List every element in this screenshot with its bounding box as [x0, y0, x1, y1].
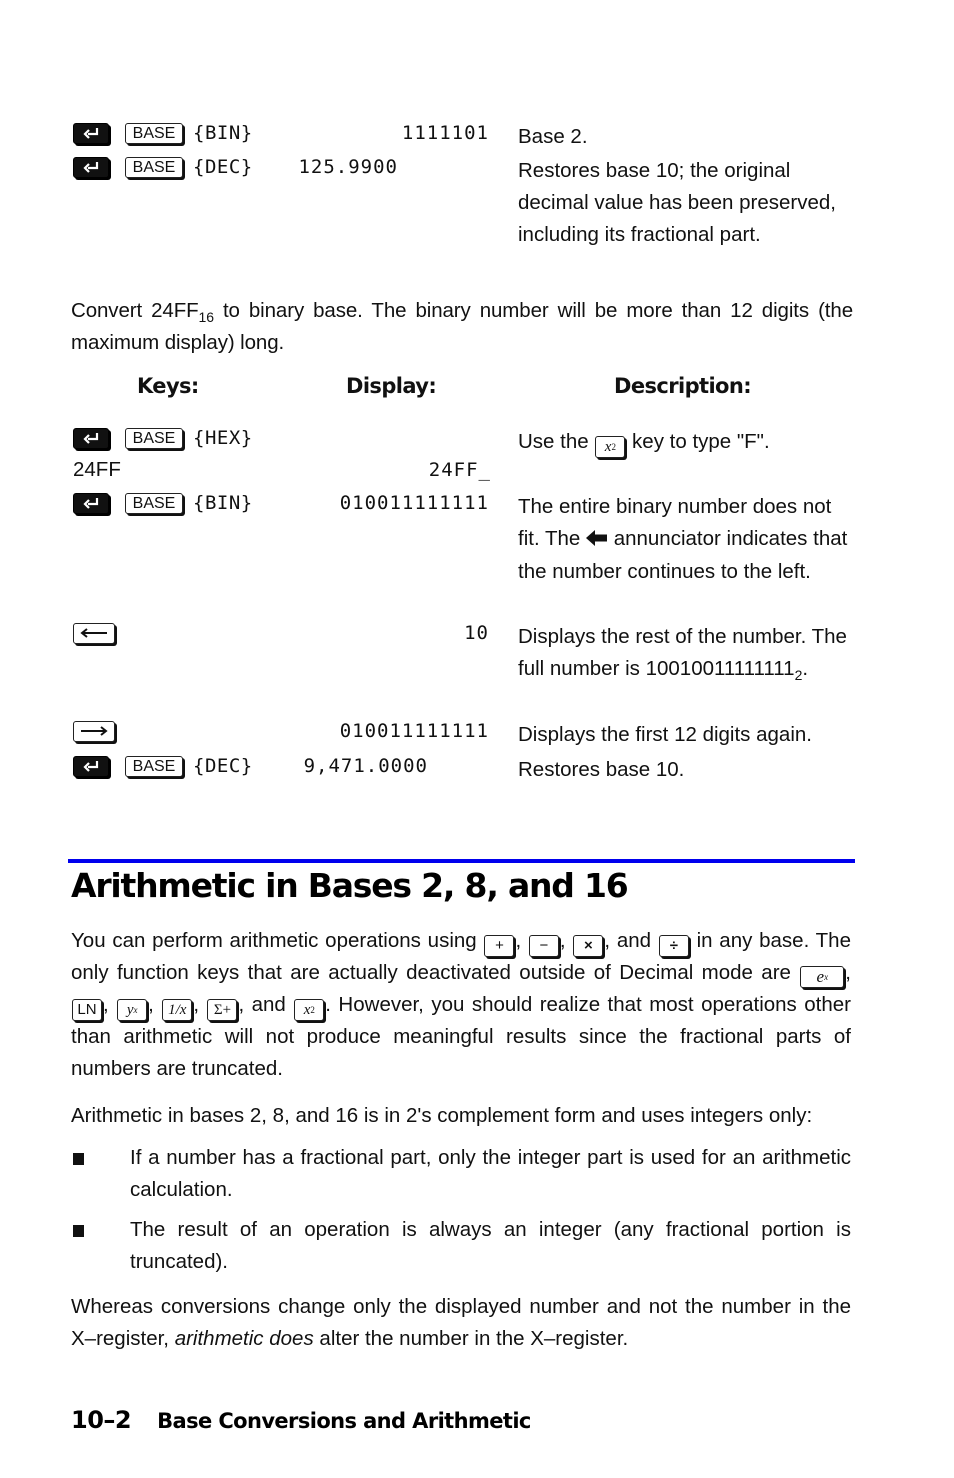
minus-key-icon: − — [528, 935, 559, 957]
bullet-icon — [73, 1225, 84, 1237]
softkey-label: {HEX} — [193, 427, 253, 449]
description: Base 2. — [518, 125, 588, 148]
header-description: Description: — [614, 374, 752, 398]
base-key: BASE — [125, 427, 183, 449]
section-rule — [68, 859, 855, 863]
section-title: Arithmetic in Bases 2, 8, and 16 — [71, 866, 629, 905]
keys-cell: BASE {BIN} — [73, 488, 253, 518]
page-footer: 10–2 Base Conversions and Arithmetic — [71, 1406, 531, 1434]
header-display: Display: — [346, 374, 437, 398]
reciprocal-key-icon: 1/x — [162, 999, 193, 1021]
description: Displays the rest of the number. The ful… — [518, 625, 847, 683]
softkey-label: {BIN} — [193, 122, 253, 144]
base-key: BASE — [125, 755, 183, 777]
multiply-key-icon: × — [573, 935, 604, 957]
softkey-label: {DEC} — [193, 156, 253, 178]
sigma-plus-key-icon: Σ+ — [207, 999, 238, 1021]
left-shift-key-icon — [73, 156, 109, 178]
left-shift-key-icon — [73, 427, 109, 449]
description: Use the x2 key to type "F". — [518, 426, 853, 458]
typed-input: 24FF — [73, 458, 121, 481]
x-squared-key-icon: x2 — [294, 999, 325, 1021]
description: Restores base 10. — [518, 758, 685, 781]
x-squared-key-icon: x2 — [595, 436, 626, 458]
chapter-title: Base Conversions and Arithmetic — [157, 1409, 531, 1433]
base-key: BASE — [125, 122, 183, 144]
keys-cell: BASE {DEC} — [73, 152, 253, 182]
page-number: 10–2 — [71, 1406, 132, 1434]
plus-key-icon: + — [484, 935, 515, 957]
paragraph-xregister: Whereas conversions change only the disp… — [71, 1295, 851, 1350]
description: Restores base 10; the original decimal v… — [518, 159, 836, 246]
left-shift-key-icon — [73, 122, 109, 144]
bullet-icon — [73, 1153, 84, 1165]
y-to-x-key-icon: yx — [117, 999, 148, 1021]
base-key: BASE — [125, 492, 183, 514]
divide-key-icon: ÷ — [658, 935, 689, 957]
keys-cell — [73, 618, 115, 648]
base-key: BASE — [125, 156, 183, 178]
e-to-x-key-icon: ex — [800, 966, 845, 988]
paragraph-operations: You can perform arithmetic operations us… — [71, 929, 851, 1080]
display-value: 125.9900 — [298, 156, 398, 178]
display-value: 010011111111 — [339, 720, 489, 742]
keys-cell: BASE {BIN} — [73, 118, 253, 148]
ln-key-icon: LN — [72, 999, 102, 1021]
left-shift-key-icon — [73, 755, 109, 777]
display-value: 10 — [464, 622, 489, 644]
paragraph-complement: Arithmetic in bases 2, 8, and 16 is in 2… — [71, 1104, 813, 1127]
right-arrow-key-icon — [73, 720, 115, 742]
softkey-label: {DEC} — [193, 755, 253, 777]
keys-cell: BASE {DEC} — [73, 751, 253, 781]
intro-paragraph: Convert 24FF16 to binary base. The binar… — [71, 299, 853, 354]
description: The entire binary number does not fit. T… — [518, 495, 848, 583]
display-value: 1111101 — [401, 122, 489, 144]
header-keys: Keys: — [137, 374, 199, 398]
left-arrow-key-icon — [73, 622, 115, 644]
display-value: 9,471.0000 — [303, 755, 428, 777]
keys-cell: BASE {HEX} — [73, 423, 253, 453]
display-value: 24FF_ — [428, 459, 491, 481]
display-value: 010011111111 — [339, 492, 489, 514]
left-shift-key-icon — [73, 492, 109, 514]
left-arrow-annunciator-icon — [586, 524, 608, 556]
keys-cell — [73, 716, 115, 746]
softkey-label: {BIN} — [193, 492, 253, 514]
description: Displays the first 12 digits again. — [518, 723, 812, 746]
